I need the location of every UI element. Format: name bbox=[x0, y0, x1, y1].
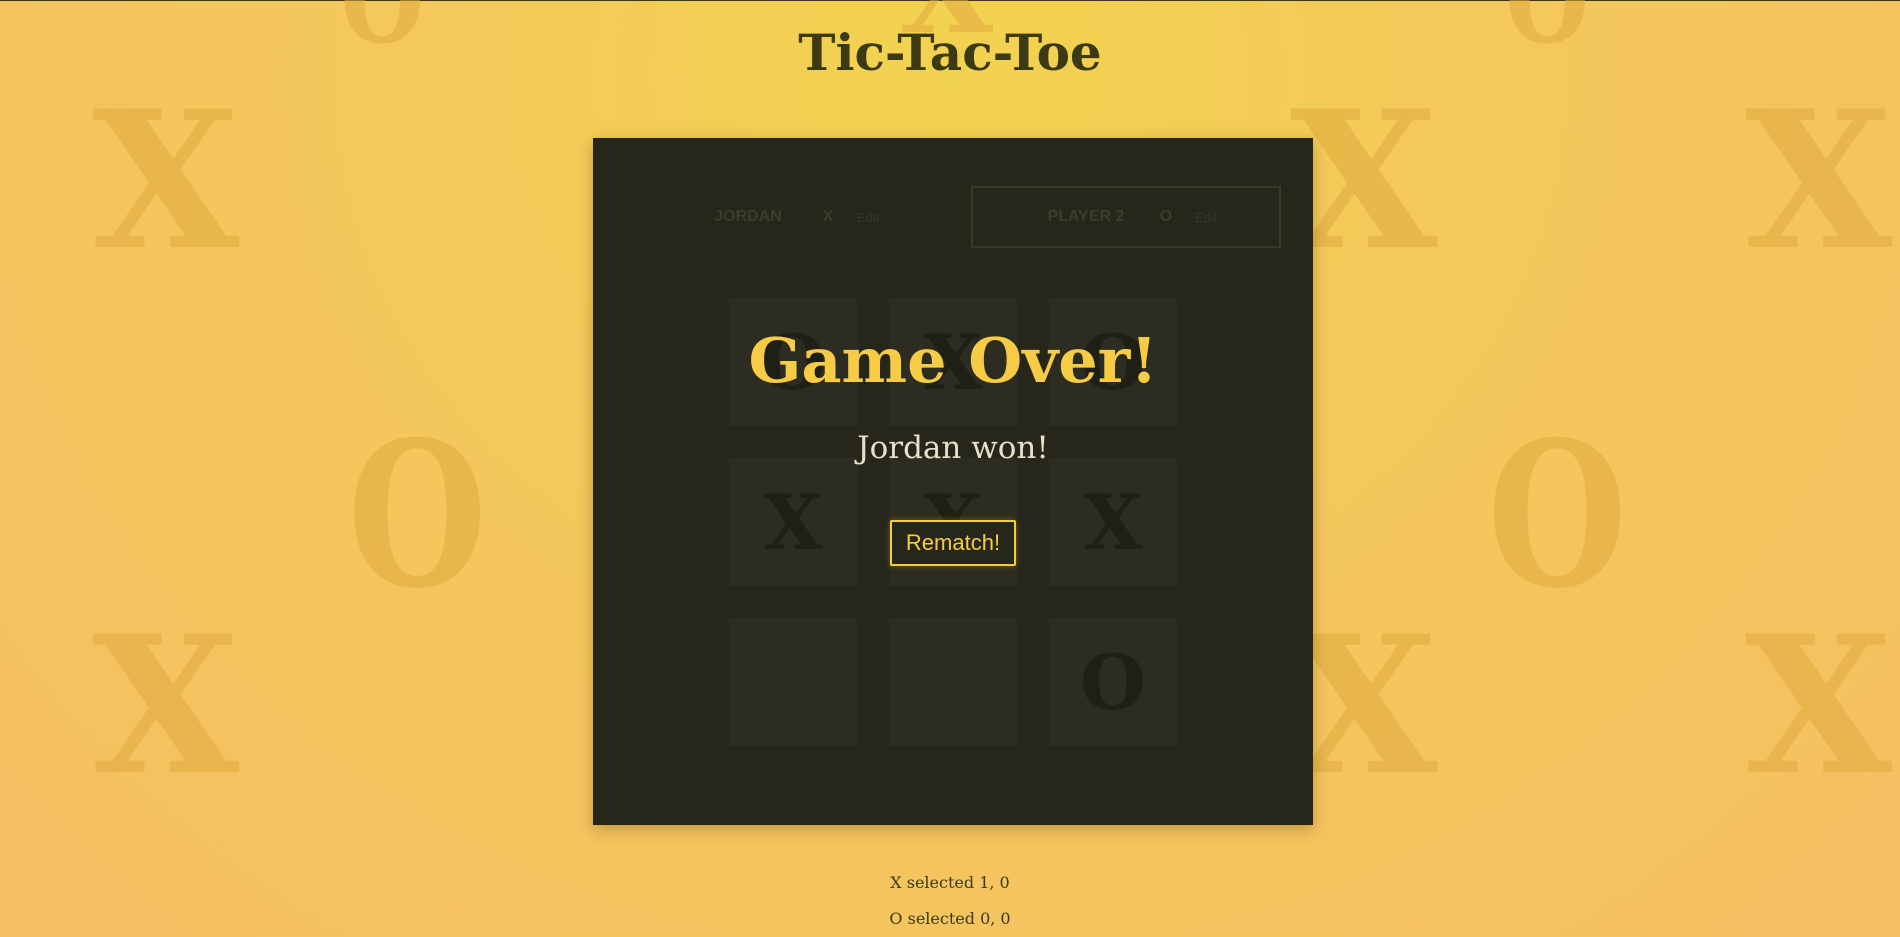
game-board-panel: Jordan X Edit Player 2 O Edit O X O X X … bbox=[593, 138, 1313, 825]
background-x-icon: X bbox=[92, 69, 240, 292]
background-x-icon: X bbox=[1745, 594, 1893, 817]
page-title: Tic-Tac-Toe bbox=[798, 23, 1102, 82]
move-log: X selected 1, 0 O selected 0, 0 bbox=[0, 873, 1900, 937]
background-x-icon: X bbox=[92, 594, 240, 817]
game-over-heading: Game Over! bbox=[748, 324, 1158, 397]
rematch-button[interactable]: Rematch! bbox=[889, 520, 1017, 566]
background-o-icon: O bbox=[347, 398, 487, 633]
game-over-overlay: Game Over! Jordan won! Rematch! bbox=[593, 138, 1313, 825]
log-entry: O selected 0, 0 bbox=[889, 909, 1011, 928]
winner-message: Jordan won! bbox=[857, 430, 1049, 466]
background-o-icon: O bbox=[1487, 398, 1627, 633]
background-x-icon: X bbox=[1745, 69, 1893, 292]
log-entry: X selected 1, 0 bbox=[890, 873, 1010, 892]
